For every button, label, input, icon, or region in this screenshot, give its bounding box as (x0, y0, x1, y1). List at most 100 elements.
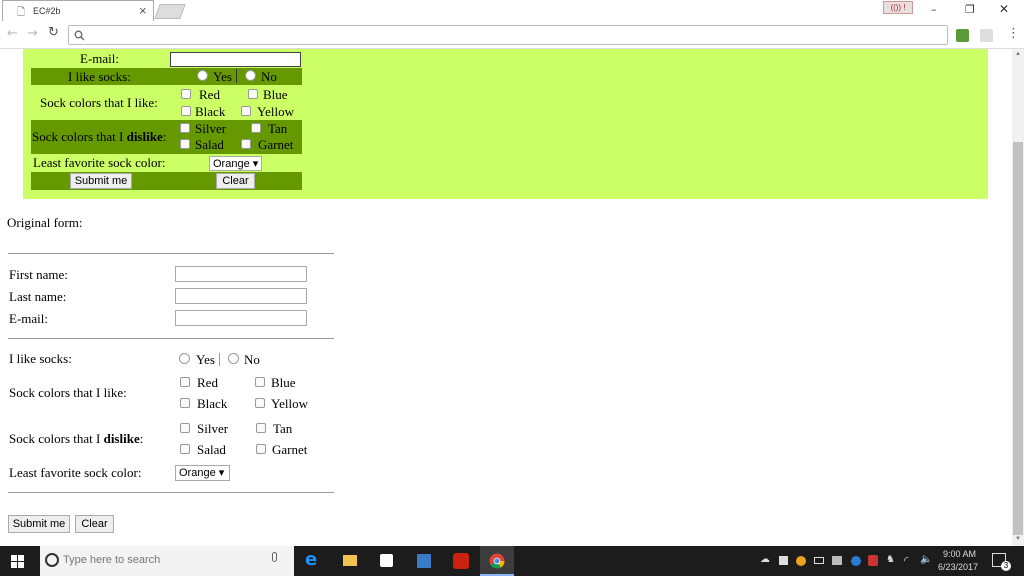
styled-email-input[interactable] (170, 52, 301, 67)
chrome-taskbar-button[interactable] (480, 546, 514, 576)
first-name-input[interactable] (175, 266, 307, 282)
action-center-icon[interactable]: 3 (992, 553, 1011, 571)
volume-icon[interactable]: 🔈 (920, 554, 932, 565)
styled-dislike-tan-checkbox[interactable] (251, 123, 261, 133)
styled-dislike-silver-checkbox[interactable] (180, 123, 190, 133)
tray-icon[interactable] (779, 556, 788, 565)
styled-dislike-tan-label: Tan (268, 121, 288, 136)
dislike-tan-label: Tan (273, 421, 293, 436)
scroll-down-icon[interactable]: ▼ (1015, 536, 1021, 542)
back-icon[interactable]: ← (7, 26, 18, 41)
tab-title: EC#2b (33, 6, 61, 16)
styled-like-black-label: Black (195, 104, 226, 119)
email-label: E-mail: (9, 311, 48, 326)
like-yellow-label: Yellow (271, 396, 308, 411)
styled-socks-label: I like socks: (68, 69, 131, 84)
styled-dislike-garnet-checkbox[interactable] (241, 139, 251, 149)
page-icon: 🗋 (17, 7, 26, 18)
styled-like-red-checkbox[interactable] (181, 89, 191, 99)
like-red-checkbox[interactable] (180, 377, 190, 387)
least-label: Least favorite sock color: (9, 465, 142, 480)
windows-start-icon[interactable] (11, 555, 24, 568)
styled-like-yellow-checkbox[interactable] (241, 106, 251, 116)
taskbar-search[interactable]: Type here to search (40, 546, 294, 576)
search-icon (74, 30, 85, 41)
w-extension-icon[interactable] (956, 29, 969, 42)
notification-count: 3 (1001, 561, 1011, 571)
close-window-icon[interactable]: ✕ (999, 2, 1009, 16)
forward-icon[interactable]: → (27, 26, 38, 41)
minimize-icon[interactable]: – (931, 3, 937, 16)
styled-like-blue-label: Blue (263, 87, 288, 102)
like-black-checkbox[interactable] (180, 398, 190, 408)
clear-button[interactable]: Clear (75, 515, 114, 533)
yes-radio[interactable] (179, 353, 190, 364)
original-form-heading: Original form: (7, 215, 83, 230)
wifi-icon[interactable]: ◜ (904, 554, 908, 567)
styled-no-radio[interactable] (245, 70, 256, 81)
dislike-tan-checkbox[interactable] (256, 423, 266, 433)
styled-no-label: No (261, 69, 277, 84)
styled-dislike-silver-label: Silver (195, 121, 227, 136)
microphone-icon[interactable] (272, 552, 277, 562)
like-black-label: Black (197, 396, 228, 411)
app-icon[interactable] (417, 554, 431, 568)
reload-icon[interactable]: ↻ (48, 25, 59, 40)
new-tab-button[interactable] (154, 4, 186, 19)
power-app-icon[interactable] (453, 553, 469, 569)
address-bar[interactable] (68, 25, 948, 45)
dislike-salad-checkbox[interactable] (180, 444, 190, 454)
scroll-up-icon[interactable]: ▲ (1015, 51, 1021, 57)
tab-strip: 🗋 EC#2b × (()) ! – ❐ ✕ (0, 0, 1024, 21)
dislike-garnet-checkbox[interactable] (256, 444, 266, 454)
email-input[interactable] (175, 310, 307, 326)
last-name-label: Last name: (9, 289, 67, 304)
styled-submit-button[interactable]: Submit me (70, 173, 132, 189)
restore-icon[interactable]: ❐ (965, 3, 975, 16)
like-blue-checkbox[interactable] (255, 377, 265, 387)
tray-icon[interactable] (851, 556, 861, 566)
clock-time[interactable]: 9:00 AM (943, 549, 976, 559)
divider (8, 253, 334, 254)
styled-least-select[interactable]: Orange ▾ (209, 156, 262, 171)
styled-dislike-salad-checkbox[interactable] (180, 139, 190, 149)
profile-badge[interactable]: (()) ! (883, 1, 913, 14)
dislike-silver-checkbox[interactable] (180, 423, 190, 433)
styled-like-black-checkbox[interactable] (181, 106, 191, 116)
shield-icon[interactable] (868, 555, 878, 566)
menu-icon[interactable]: ⋮ (1007, 26, 1020, 41)
divider (8, 338, 334, 339)
onedrive-icon[interactable]: ☁ (760, 554, 770, 565)
edge-icon[interactable]: e (305, 549, 317, 570)
styled-like-red-label: Red (199, 87, 220, 102)
clock-date[interactable]: 6/23/2017 (938, 562, 978, 572)
tray-icon[interactable] (814, 557, 824, 564)
styled-least-label: Least favorite sock color: (33, 155, 166, 170)
styled-dislike-garnet-label: Garnet (258, 137, 294, 152)
like-yellow-checkbox[interactable] (255, 398, 265, 408)
tray-icon[interactable] (796, 556, 806, 566)
submit-button[interactable]: Submit me (8, 515, 70, 533)
socks-label: I like socks: (9, 351, 72, 366)
last-name-input[interactable] (175, 288, 307, 304)
dislike-silver-label: Silver (197, 421, 229, 436)
tray-icon[interactable] (832, 556, 842, 565)
styled-clear-button[interactable]: Clear (216, 173, 255, 189)
styled-dislike-salad-label: Salad (195, 137, 224, 152)
scrollbar-thumb[interactable] (1013, 142, 1023, 535)
tray-icon[interactable]: ♞ (886, 554, 895, 565)
dislike-garnet-label: Garnet (272, 442, 308, 457)
styled-like-blue-checkbox[interactable] (248, 89, 258, 99)
least-select[interactable]: Orange ▾ (175, 465, 230, 481)
no-radio[interactable] (228, 353, 239, 364)
dislike-label: Sock colors that I dislike: (9, 431, 144, 446)
browser-tab[interactable]: 🗋 EC#2b × (2, 0, 154, 21)
tab-close-icon[interactable]: × (139, 3, 147, 18)
file-explorer-icon[interactable] (343, 555, 357, 566)
styled-yes-radio[interactable] (197, 70, 208, 81)
radio-divider (219, 353, 220, 366)
person-extension-icon[interactable] (980, 29, 993, 42)
store-icon[interactable] (380, 554, 393, 567)
like-red-label: Red (197, 375, 218, 390)
first-name-label: First name: (9, 267, 68, 282)
